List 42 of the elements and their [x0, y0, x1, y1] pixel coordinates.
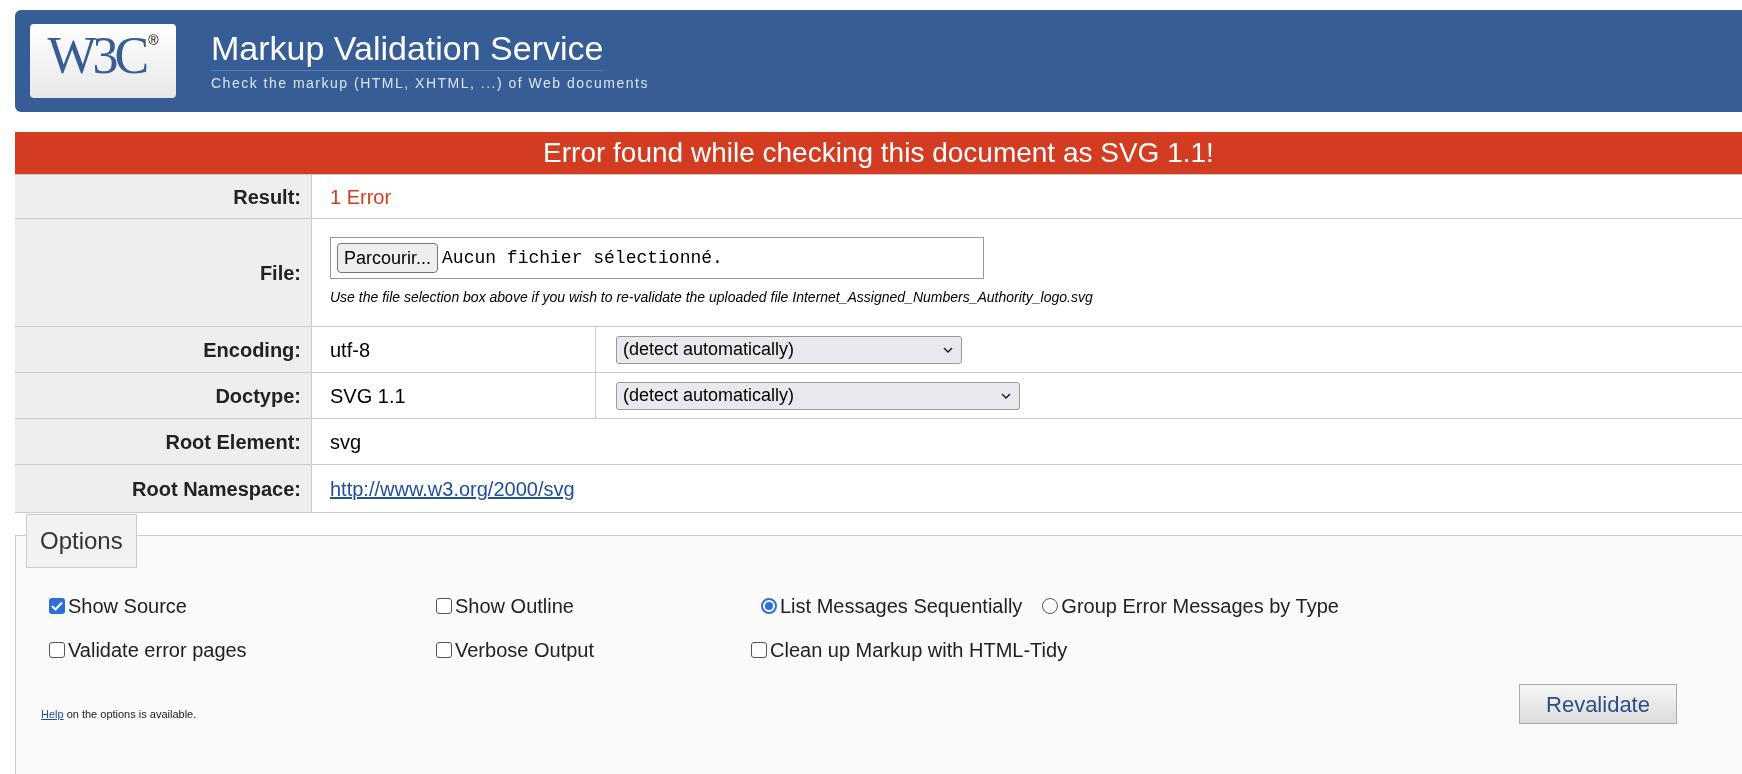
checkbox[interactable] [436, 642, 452, 658]
option-label: Clean up Markup with HTML-Tidy [770, 638, 1068, 663]
field-label: Root Namespace: [132, 476, 301, 502]
file-input[interactable]: Parcourir... Aucun fichier sélectionné. [330, 237, 984, 279]
field-value: SVG 1.1 [330, 383, 406, 409]
revalidate-button[interactable]: Revalidate [1519, 684, 1677, 724]
browse-button[interactable]: Parcourir... [337, 243, 439, 273]
option-label: Validate error pages [68, 638, 247, 663]
checkbox[interactable] [751, 642, 767, 658]
option-label: List Messages Sequentially [780, 594, 1023, 619]
checkbox[interactable] [49, 598, 65, 614]
field-label: Doctype: [215, 383, 301, 409]
dropdown[interactable]: (detect automatically) [616, 381, 1020, 410]
radio-button[interactable] [1042, 598, 1059, 614]
dropdown[interactable]: (detect automatically) [616, 335, 962, 364]
logo-text: W3C [47, 30, 146, 82]
chevron-down-icon [1001, 392, 1011, 399]
help-text: on the options is available. [66, 708, 197, 720]
field-label: Encoding: [203, 337, 301, 363]
field-label: Result: [233, 184, 301, 210]
file-note: Use the file selection box above if you wish to re-validate the uploaded file Internet_Assigned_Numbers_Authority_logo.svg [330, 288, 1094, 307]
help-link[interactable]: Help [41, 708, 64, 720]
option-label: Show Source [68, 594, 187, 619]
result-value: 1 Error [330, 184, 392, 210]
page-subtitle: Check the markup (HTML, XHTML, ...) of Web documents [211, 74, 649, 93]
field-label: File: [259, 260, 301, 286]
error-banner: Error found while checking this document as SVG 1.1! [15, 132, 1742, 174]
file-status: Aucun fichier sélectionné. [442, 246, 723, 270]
field-value: svg [330, 429, 362, 455]
field-value: utf-8 [330, 337, 371, 363]
radio-button[interactable] [761, 598, 777, 614]
registered-mark: ® [148, 31, 159, 50]
checkbox[interactable] [49, 642, 65, 658]
checkbox[interactable] [436, 598, 452, 614]
options-legend: Options [26, 514, 137, 568]
option-label: Group Error Messages by Type [1061, 594, 1339, 619]
option-label: Verbose Output [455, 638, 594, 663]
option-label: Show Outline [455, 594, 574, 619]
namespace-link[interactable]: http://www.w3.org/2000/svg [330, 473, 575, 504]
field-label: Root Element: [165, 429, 301, 455]
chevron-down-icon [943, 346, 953, 353]
page-title: Markup Validation Service [211, 28, 604, 71]
